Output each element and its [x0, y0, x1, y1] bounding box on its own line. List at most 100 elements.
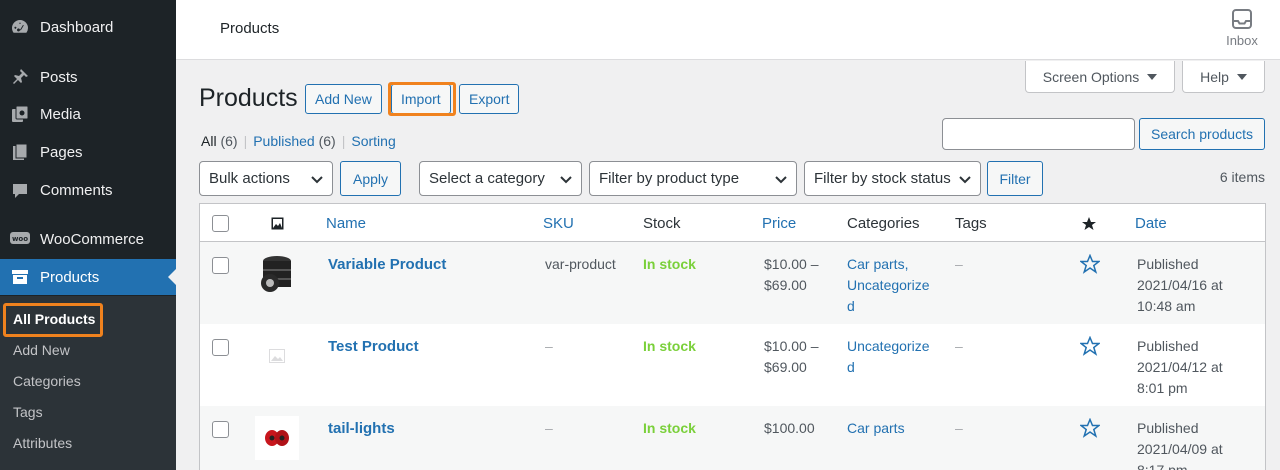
- menu-posts[interactable]: Posts: [0, 59, 176, 95]
- filter-button[interactable]: Filter: [987, 161, 1043, 196]
- caret-down-icon: [1236, 73, 1247, 80]
- menu-products[interactable]: Products: [0, 259, 176, 295]
- column-categories: Categories: [847, 215, 920, 232]
- product-tags: –: [955, 256, 963, 272]
- apply-button[interactable]: Apply: [340, 161, 401, 196]
- search-products-button[interactable]: Search products: [1139, 118, 1265, 150]
- product-sku: –: [545, 338, 553, 354]
- woocommerce-icon: woo: [0, 231, 40, 247]
- comment-icon: [0, 180, 40, 200]
- screen-options-label: Screen Options: [1042, 68, 1140, 85]
- bulk-actions-select[interactable]: Bulk actions: [199, 161, 333, 196]
- screen-options-button[interactable]: Screen Options: [1025, 61, 1175, 93]
- caret-down-icon: [1147, 73, 1158, 80]
- submenu-all-products[interactable]: All Products: [13, 311, 95, 327]
- menu-woocommerce-label: WooCommerce: [40, 230, 144, 248]
- product-name-link[interactable]: Test Product: [328, 336, 419, 357]
- column-sku[interactable]: SKU: [543, 215, 574, 232]
- category-select[interactable]: Select a category: [419, 161, 582, 196]
- product-date: Published 2021/04/12 at 8:01 pm: [1137, 338, 1223, 396]
- chevron-down-icon: [560, 176, 572, 184]
- product-price: $10.00 – $69.00: [764, 338, 819, 375]
- submenu-tags[interactable]: Tags: [13, 404, 43, 420]
- submenu-add-new[interactable]: Add New: [13, 342, 70, 358]
- view-sorting[interactable]: Sorting: [351, 133, 395, 149]
- product-categories[interactable]: Car parts: [847, 418, 937, 439]
- row-checkbox[interactable]: [212, 339, 229, 356]
- stock-status: In stock: [643, 256, 696, 272]
- row-checkbox[interactable]: [212, 257, 229, 274]
- submenu-attributes[interactable]: Attributes: [13, 435, 72, 451]
- product-sku: –: [545, 420, 553, 436]
- archive-icon: [0, 267, 40, 287]
- table-header: Name SKU Stock Price Categories Tags Dat…: [200, 204, 1265, 242]
- product-name-link[interactable]: tail-lights: [328, 418, 395, 439]
- chevron-down-icon: [775, 176, 787, 184]
- export-button[interactable]: Export: [459, 84, 520, 114]
- placeholder-image[interactable]: [255, 334, 299, 378]
- chevron-down-icon: [311, 176, 323, 184]
- pages-icon: [0, 142, 40, 162]
- product-date: Published 2021/04/09 at 8:17 pm: [1137, 420, 1223, 470]
- menu-comments-label: Comments: [40, 181, 113, 199]
- row-checkbox[interactable]: [212, 421, 229, 438]
- menu-pages[interactable]: Pages: [0, 134, 176, 170]
- menu-media[interactable]: Media: [0, 96, 176, 132]
- menu-pages-label: Pages: [40, 143, 83, 161]
- table-row: Variable Product var-product In stock $1…: [200, 242, 1265, 324]
- menu-woocommerce[interactable]: woo WooCommerce: [0, 221, 176, 257]
- menu-products-label: Products: [40, 268, 100, 286]
- dashboard-icon: [0, 17, 40, 37]
- admin-sidebar: Dashboard Posts Media Pages Comments woo…: [0, 0, 176, 470]
- featured-star-icon[interactable]: [1080, 254, 1100, 274]
- image-icon: [271, 217, 284, 230]
- product-type-label: Filter by product type: [599, 170, 740, 187]
- tires-image[interactable]: [255, 252, 299, 296]
- featured-star-icon[interactable]: [1082, 217, 1096, 231]
- menu-dashboard-label: Dashboard: [40, 18, 114, 36]
- menu-comments[interactable]: Comments: [0, 172, 176, 208]
- import-highlight: [388, 82, 456, 116]
- product-type-select[interactable]: Filter by product type: [589, 161, 797, 196]
- column-tags: Tags: [955, 215, 987, 232]
- products-table: Name SKU Stock Price Categories Tags Dat…: [199, 203, 1266, 470]
- stock-status: In stock: [643, 338, 696, 354]
- menu-media-label: Media: [40, 105, 81, 123]
- help-button[interactable]: Help: [1182, 61, 1265, 93]
- table-row: tail-lights – In stock $100.00 Car parts…: [200, 406, 1265, 470]
- product-categories[interactable]: Uncategorize d: [847, 336, 937, 378]
- featured-star-icon[interactable]: [1080, 336, 1100, 356]
- bulk-actions-label: Bulk actions: [209, 170, 290, 187]
- search-input[interactable]: [942, 118, 1135, 150]
- featured-star-icon[interactable]: [1080, 418, 1100, 438]
- product-price: $100.00: [764, 420, 815, 436]
- top-bar: Products Inbox: [176, 0, 1280, 60]
- menu-posts-label: Posts: [40, 68, 78, 86]
- select-all-checkbox[interactable]: [212, 215, 229, 232]
- column-price[interactable]: Price: [762, 215, 796, 232]
- product-tags: –: [955, 338, 963, 354]
- product-categories[interactable]: Car parts, Uncategorize d: [847, 254, 937, 317]
- stock-status-label: Filter by stock status: [814, 170, 951, 187]
- view-all[interactable]: All (6): [201, 133, 238, 149]
- tail-lights-image[interactable]: [255, 416, 299, 460]
- view-published[interactable]: Published (6): [253, 133, 336, 149]
- column-date[interactable]: Date: [1135, 215, 1167, 232]
- product-name-link[interactable]: Variable Product: [328, 254, 446, 275]
- add-new-button[interactable]: Add New: [305, 84, 382, 114]
- page-title: Products: [199, 84, 298, 112]
- category-select-label: Select a category: [429, 170, 545, 187]
- media-icon: [0, 104, 40, 124]
- stock-status: In stock: [643, 420, 696, 436]
- chevron-down-icon: [959, 176, 971, 184]
- svg-text:woo: woo: [12, 235, 28, 243]
- product-date: Published 2021/04/16 at 10:48 am: [1137, 256, 1223, 314]
- topbar-title: Products: [220, 20, 280, 37]
- inbox-button[interactable]: Inbox: [1222, 8, 1262, 48]
- menu-dashboard[interactable]: Dashboard: [0, 9, 176, 45]
- submenu-categories[interactable]: Categories: [13, 373, 81, 389]
- product-tags: –: [955, 420, 963, 436]
- stock-status-select[interactable]: Filter by stock status: [804, 161, 981, 196]
- column-name[interactable]: Name: [326, 215, 366, 232]
- help-label: Help: [1200, 68, 1229, 85]
